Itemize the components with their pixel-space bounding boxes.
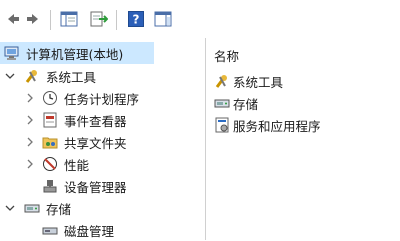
tree-item-system-tools[interactable]: 系统工具 — [4, 65, 96, 87]
column-header-name[interactable]: 名称 — [214, 46, 239, 65]
list-item-system-tools[interactable]: 系统工具 — [214, 70, 283, 92]
chevron-right-icon — [27, 115, 33, 125]
clock-icon — [43, 91, 57, 105]
chevron-right-icon — [27, 93, 33, 103]
tree-item-label: 存储 — [46, 201, 72, 217]
tree-item-label: 系统工具 — [46, 69, 97, 85]
show-action-pane-button[interactable] — [152, 8, 174, 30]
chevron-down-icon — [5, 73, 15, 79]
list-item-label: 服务和应用程序 — [233, 118, 321, 134]
computer-management-icon — [4, 46, 19, 60]
tree-item-label: 性能 — [64, 157, 90, 173]
show-hide-console-tree-button[interactable] — [58, 8, 80, 30]
show-action-pane-icon — [154, 11, 172, 27]
tree-item-computer-management[interactable]: 计算机管理(本地) — [0, 42, 154, 64]
toolbar-separator — [50, 10, 51, 30]
storage-icon — [214, 99, 230, 108]
tree-item-label: 事件查看器 — [64, 113, 127, 129]
export-list-button[interactable] — [88, 8, 110, 30]
performance-icon — [43, 157, 57, 171]
tree-item-label: 磁盘管理 — [64, 223, 115, 239]
list-item-services-and-applications[interactable]: 服务和应用程序 — [214, 114, 321, 136]
chevron-right-icon — [27, 137, 33, 147]
tree-item-storage[interactable]: 存储 — [4, 197, 71, 219]
tree-item-shared-folders[interactable]: 共享文件夹 — [24, 131, 127, 153]
tree-item-event-viewer[interactable]: 事件查看器 — [24, 109, 127, 131]
help-button[interactable]: ? — [126, 8, 146, 30]
forward-arrow-icon — [27, 14, 38, 24]
device-manager-icon — [43, 180, 57, 193]
tree-item-label: 设备管理器 — [64, 179, 127, 195]
system-tools-icon — [25, 70, 37, 83]
shared-folder-icon — [42, 137, 58, 149]
tree-item-disk-management[interactable]: 磁盘管理 — [42, 219, 114, 241]
chevron-right-icon — [27, 159, 33, 169]
tree-item-task-scheduler[interactable]: 任务计划程序 — [24, 87, 139, 109]
back-button[interactable] — [2, 8, 22, 30]
list-item-label: 系统工具 — [233, 74, 284, 90]
storage-icon — [24, 204, 40, 213]
services-applications-icon — [215, 117, 229, 133]
tree-item-label: 任务计划程序 — [64, 91, 140, 107]
console-tree-icon — [60, 11, 78, 27]
tree-item-device-manager[interactable]: 设备管理器 — [42, 175, 127, 197]
help-icon: ? — [128, 11, 144, 27]
tree-item-label: 计算机管理(本地) — [26, 46, 124, 62]
list-item-storage[interactable]: 存储 — [214, 92, 258, 114]
export-list-icon — [90, 11, 108, 27]
toolbar-separator — [116, 10, 117, 30]
system-tools-icon — [215, 75, 227, 88]
forward-button[interactable] — [24, 8, 44, 30]
chevron-down-icon — [5, 205, 15, 211]
event-viewer-icon — [43, 112, 57, 128]
toolbar: ? — [0, 0, 400, 39]
tree-item-performance[interactable]: 性能 — [24, 153, 89, 175]
disk-management-icon — [42, 227, 58, 235]
details-pane: 名称 系统工具 存储 服务和应用程序 — [206, 38, 400, 240]
back-arrow-icon — [8, 14, 19, 24]
tree-item-label: 共享文件夹 — [64, 135, 127, 151]
console-tree: 计算机管理(本地) 系统工具 任务计划程序 事件查看器 共享文件夹 性能 设备管… — [0, 38, 206, 240]
svg-text:?: ? — [133, 13, 140, 27]
list-item-label: 存储 — [233, 96, 259, 112]
